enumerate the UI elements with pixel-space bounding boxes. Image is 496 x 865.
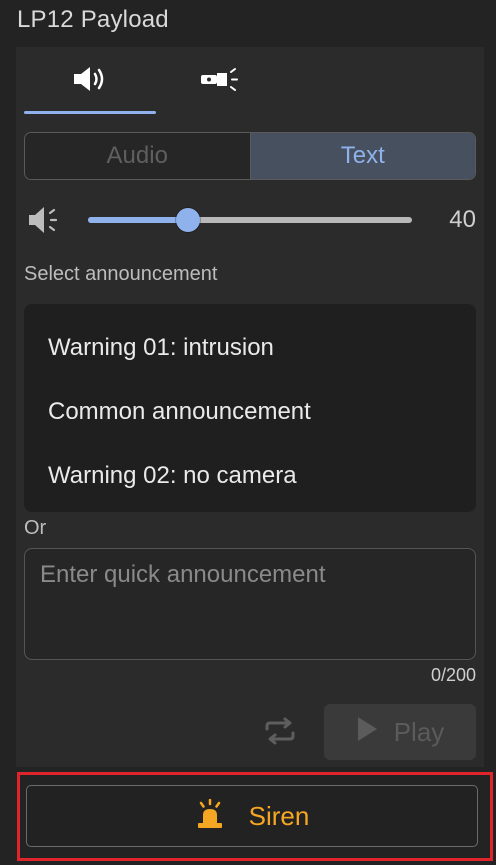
- mode-toggle: Audio Text: [24, 132, 476, 180]
- siren-highlight: Siren: [17, 772, 493, 861]
- play-icon: [356, 716, 378, 749]
- speaker-icon: [70, 65, 110, 98]
- volume-row: 40: [24, 200, 476, 240]
- tab-speaker[interactable]: [24, 47, 156, 115]
- active-tab-indicator: [24, 111, 156, 114]
- volume-value: 40: [449, 206, 476, 233]
- siren-label: Siren: [248, 800, 310, 831]
- announcement-list: Warning 01: intrusion Common announcemen…: [24, 304, 476, 512]
- announcement-item[interactable]: Warning 02: no camera: [24, 444, 476, 508]
- panel-title: LP12 Payload: [17, 6, 169, 33]
- select-announcement-label: Select announcement: [24, 263, 218, 285]
- tab-spotlight[interactable]: [156, 47, 288, 115]
- volume-icon: [26, 204, 66, 241]
- tab-bar: [16, 47, 484, 117]
- volume-slider[interactable]: [88, 208, 412, 232]
- quick-announcement-input[interactable]: [24, 548, 476, 660]
- siren-icon: [195, 798, 225, 834]
- spotlight-icon: [199, 67, 245, 96]
- play-button[interactable]: Play: [324, 704, 476, 760]
- volume-slider-fill: [88, 217, 189, 223]
- repeat-icon: [263, 716, 297, 751]
- announcement-item[interactable]: Common announcement: [24, 380, 476, 444]
- character-counter: 0/200: [430, 665, 476, 685]
- or-label: Or: [24, 517, 47, 539]
- text-mode-button[interactable]: Text: [249, 133, 475, 179]
- announcement-item[interactable]: Warning 01: intrusion: [24, 316, 476, 380]
- volume-slider-thumb[interactable]: [176, 208, 201, 232]
- payload-panel: Audio Text 40 Select announcement Warnin…: [16, 47, 484, 767]
- audio-mode-button[interactable]: Audio: [25, 133, 250, 179]
- repeat-button[interactable]: [262, 715, 298, 751]
- siren-button[interactable]: Siren: [26, 785, 478, 847]
- play-button-label: Play: [393, 716, 445, 747]
